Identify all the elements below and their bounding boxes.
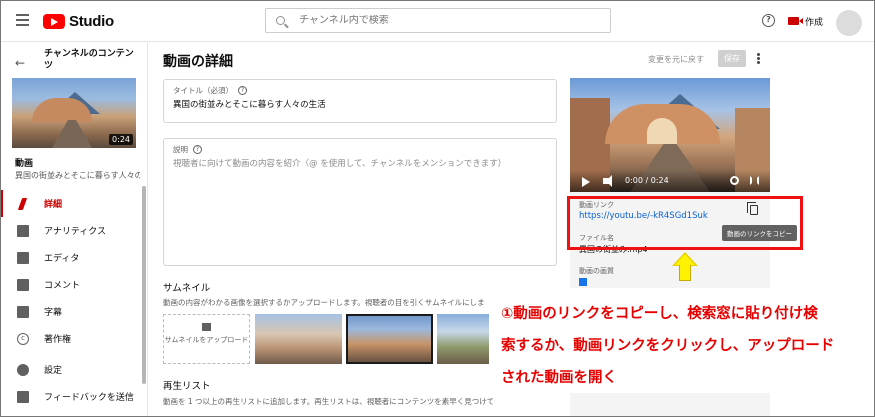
- quality-icon: [579, 278, 587, 286]
- sidebar-video-label: 動画: [15, 159, 34, 169]
- undo-changes-button[interactable]: 変更を元に戻す: [648, 54, 704, 65]
- player-time: 0:00 / 0:24: [625, 176, 669, 185]
- studio-logo[interactable]: Studio: [43, 13, 114, 30]
- description-placeholder[interactable]: 視聴者に向けて動画の内容を紹介（@ を使用して、チャンネルをメンションできます）: [173, 157, 506, 169]
- help-icon[interactable]: ?: [193, 145, 202, 154]
- thumbnail-description: 動画の内容がわかる画像を選択するかアップロードします。視聴者の目を引くサムネイル…: [163, 298, 485, 307]
- youtube-play-icon: [43, 14, 65, 29]
- annotation-line: 索するか、動画リンクをクリックし、アップロード: [501, 338, 835, 354]
- gear-icon: [17, 363, 29, 376]
- duration-badge: 0:24: [109, 134, 133, 145]
- sidebar-item-label: 字幕: [44, 308, 63, 318]
- sidebar-item-settings[interactable]: 設定: [0, 356, 147, 383]
- annotation-callout: ①動画のリンクをコピーし、検索窓に貼り付け検 索するか、動画リンクをクリックし、…: [496, 288, 868, 393]
- annotation-line: ①動画のリンクをコピーし、検索窓に貼り付け検: [501, 306, 818, 322]
- sidebar-item-label: エディタ: [44, 254, 80, 264]
- sidebar-item-feedback[interactable]: フィードバックを送信: [0, 383, 147, 410]
- sidebar-item-subtitles[interactable]: 字幕: [0, 298, 147, 325]
- sidebar-item-copyright[interactable]: c 著作権: [0, 325, 147, 352]
- description-field-label: 説明 ?: [173, 144, 202, 155]
- channel-content-title: チャンネルのコンテンツ: [44, 49, 134, 71]
- subtitles-icon: [17, 305, 29, 318]
- description-field[interactable]: 説明 ? 視聴者に向けて動画の内容を紹介（@ を使用して、チャンネルをメンション…: [163, 138, 557, 266]
- editor-icon: [17, 251, 29, 264]
- help-icon[interactable]: ?: [762, 14, 775, 27]
- sidebar-item-analytics[interactable]: アナリティクス: [0, 217, 147, 244]
- sidebar-video-thumbnail[interactable]: 0:24: [12, 78, 136, 148]
- video-quality-label: 動画の画質: [579, 267, 614, 275]
- playlist-description: 動画を 1 つ以上の再生リストに追加します。再生リストは、視聴者にコンテンツを素…: [163, 397, 493, 406]
- add-image-icon: [202, 323, 211, 331]
- title-field-label: タイトル（必須） ?: [173, 85, 247, 96]
- player-settings-icon[interactable]: [730, 176, 739, 185]
- highlight-box: [567, 196, 803, 250]
- video-camera-icon: [788, 17, 803, 25]
- logo-text: Studio: [69, 13, 114, 30]
- sidebar-item-label: 設定: [44, 366, 63, 376]
- back-arrow-icon[interactable]: ←: [15, 56, 25, 70]
- thumbnail-option-3[interactable]: [437, 314, 489, 364]
- more-options-icon[interactable]: [757, 53, 760, 64]
- sidebar-video-title: 異国の街並みとそこに暮らす人々の…: [15, 171, 140, 180]
- volume-icon[interactable]: [603, 175, 612, 187]
- player-controls: 0:00 / 0:24: [570, 170, 770, 192]
- title-field-value[interactable]: 異国の街並みとそこに暮らす人々の生活: [173, 98, 326, 110]
- page-title: 動画の詳細: [163, 54, 233, 70]
- sidebar-scrollbar[interactable]: [142, 186, 146, 384]
- feedback-icon: [17, 390, 29, 403]
- fullscreen-icon[interactable]: [750, 176, 759, 185]
- video-player[interactable]: 0:00 / 0:24: [570, 78, 770, 192]
- search-icon: [276, 16, 285, 25]
- top-bar: Studio ? 作成: [0, 0, 875, 42]
- create-label: 作成: [805, 17, 824, 28]
- sidebar-item-label: 著作権: [44, 335, 72, 345]
- sidebar-item-label: 詳細: [44, 200, 63, 210]
- up-arrow-icon: [672, 252, 698, 282]
- sidebar-item-label: コメント: [44, 281, 81, 291]
- copyright-icon: c: [17, 332, 29, 345]
- sidebar: ← チャンネルのコンテンツ 0:24 動画 異国の街並みとそこに暮らす人々の… …: [0, 43, 148, 417]
- search-bar[interactable]: [265, 8, 611, 33]
- sidebar-item-label: アナリティクス: [44, 227, 107, 237]
- avatar[interactable]: [836, 10, 862, 36]
- comment-icon: [17, 278, 29, 291]
- help-icon[interactable]: ?: [238, 86, 247, 95]
- thumbnail-option-2[interactable]: [346, 314, 433, 364]
- playlist-heading: 再生リスト: [163, 381, 211, 392]
- upload-thumbnail-button[interactable]: サムネイルをアップロード: [163, 314, 250, 364]
- search-input[interactable]: [299, 15, 599, 26]
- save-button[interactable]: 保存: [718, 50, 746, 67]
- annotation-line: された動画を開く: [501, 370, 617, 386]
- thumbnail-heading: サムネイル: [163, 283, 211, 294]
- play-icon[interactable]: [582, 177, 590, 187]
- sidebar-item-editor[interactable]: エディタ: [0, 244, 147, 271]
- sidebar-nav: 詳細 アナリティクス エディタ コメント 字幕 c 著作権 設定 フィードバック: [0, 190, 147, 410]
- title-field[interactable]: タイトル（必須） ? 異国の街並みとそこに暮らす人々の生活: [163, 79, 557, 123]
- sidebar-item-comments[interactable]: コメント: [0, 271, 147, 298]
- thumbnail-option-1[interactable]: [255, 314, 342, 364]
- create-button[interactable]: 作成: [788, 12, 823, 30]
- pencil-icon: [17, 197, 28, 210]
- analytics-icon: [17, 224, 29, 237]
- sidebar-item-details[interactable]: 詳細: [0, 190, 147, 217]
- sidebar-item-label: フィードバックを送信: [44, 393, 134, 403]
- menu-icon[interactable]: [16, 14, 29, 26]
